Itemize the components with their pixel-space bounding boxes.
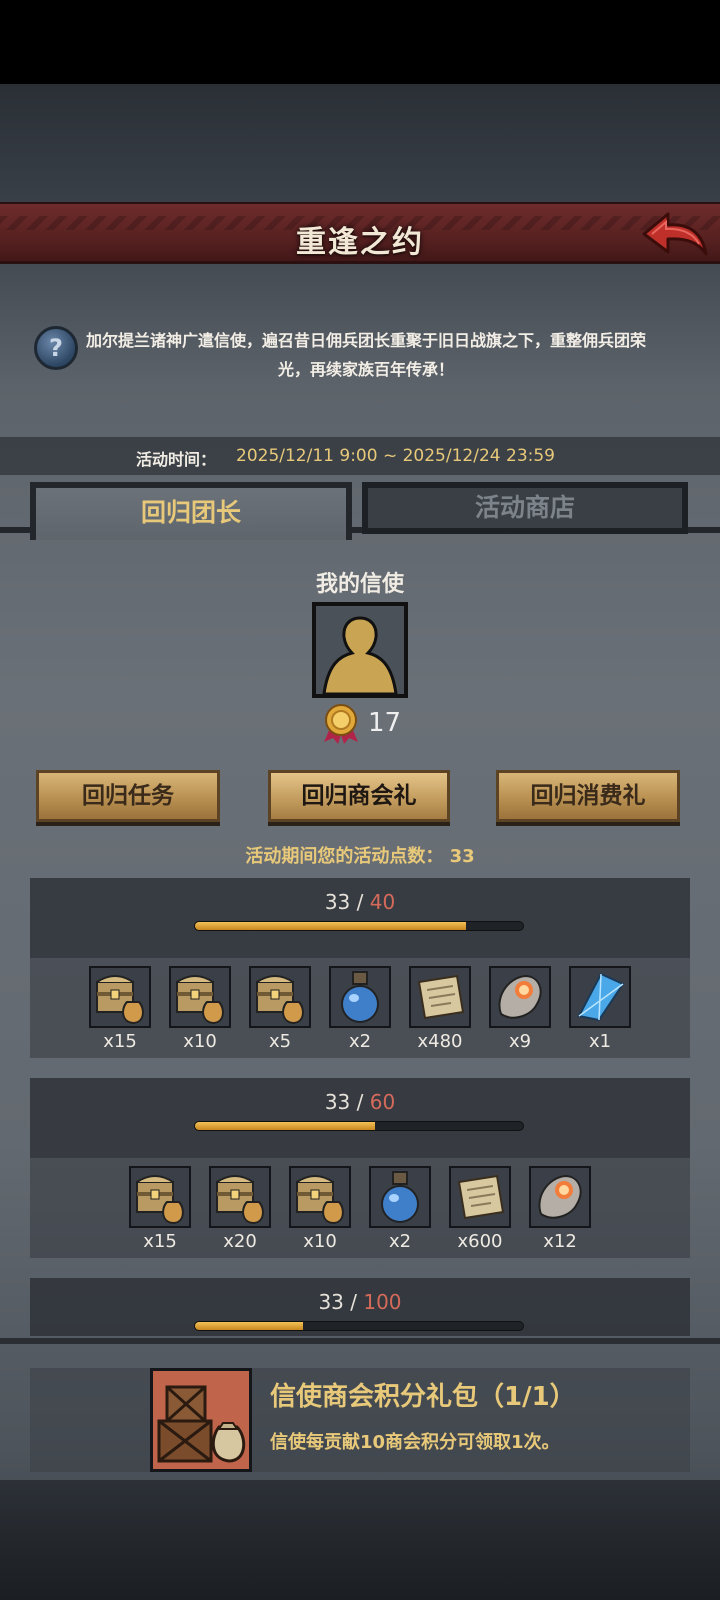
tier-items: x15 x10 x5 x2 x480 x9 x1 — [30, 966, 690, 1052]
reward-qty: x20 — [223, 1231, 257, 1252]
reward-qty: x1 — [588, 1031, 612, 1052]
messenger-label: 我的信使 — [315, 572, 404, 597]
tier-goal: 100 — [363, 1290, 402, 1314]
medal-count: 17 — [368, 708, 402, 738]
treasure-chest-icon — [249, 966, 311, 1028]
reward-item[interactable]: x10 — [169, 966, 231, 1052]
silhouette-icon — [322, 616, 398, 696]
reward-tier-3: 33 / 100 — [30, 1278, 690, 1336]
scroll-icon — [449, 1166, 511, 1228]
tier-progress-bar — [194, 1121, 524, 1131]
tier-progress-fill — [195, 1122, 376, 1130]
activity-points-text: 活动期间您的活动点数： 33 — [245, 846, 475, 867]
reward-item[interactable]: x12 — [529, 1166, 591, 1252]
potion-icon — [329, 966, 391, 1028]
reward-item[interactable]: x10 — [289, 1166, 351, 1252]
reward-item[interactable]: x15 — [129, 1166, 191, 1252]
tier-current: 33 — [324, 890, 351, 914]
tier-progress-fill — [195, 1322, 304, 1330]
reward-item[interactable]: x20 — [209, 1166, 271, 1252]
reward-qty: x2 — [388, 1231, 412, 1252]
reward-item[interactable]: x600 — [449, 1166, 511, 1252]
activity-time-label: 活动时间： — [136, 450, 217, 469]
reward-qty: x10 — [303, 1231, 337, 1252]
potion-icon — [369, 1166, 431, 1228]
reward-tier-1: 33 / 40 x15 x10 x5 x2 x480 x9 x1 — [30, 878, 690, 1058]
return-spending-gift-button[interactable]: 回归消费礼 — [496, 770, 680, 822]
treasure-chest-icon — [89, 966, 151, 1028]
tier-progress-text: 33 / 60 — [324, 1090, 396, 1114]
reward-qty: x15 — [143, 1231, 177, 1252]
gift-pack-description: 信使每贡献10商会积分可领取1次。 — [270, 1432, 560, 1453]
reward-qty: x2 — [348, 1031, 372, 1052]
reward-item[interactable]: x2 — [329, 966, 391, 1052]
reward-qty: x15 — [103, 1031, 137, 1052]
tier-items: x15 x20 x10 x2 x600 x12 — [30, 1166, 690, 1252]
reward-qty: x480 — [417, 1031, 463, 1052]
treasure-chest-icon — [209, 1166, 271, 1228]
tier-goal: 60 — [369, 1090, 396, 1114]
return-guild-gift-button[interactable]: 回归商会礼 — [268, 770, 450, 822]
crates-sack-icon — [153, 1371, 249, 1469]
ore-stone-icon — [489, 966, 551, 1028]
reward-item[interactable]: x1 — [569, 966, 631, 1052]
tier-progress-bar — [194, 1321, 524, 1331]
activity-time-value: 2025/12/11 9:00 ~ 2025/12/24 23:59 — [236, 446, 555, 466]
reward-item[interactable]: x5 — [249, 966, 311, 1052]
reward-tier-2: 33 / 60 x15 x20 x10 x2 x600 x12 — [30, 1078, 690, 1258]
back-button[interactable] — [640, 208, 710, 262]
gift-pack-title: 信使商会积分礼包（1/1） — [270, 1382, 576, 1412]
tier-current: 33 — [318, 1290, 344, 1314]
treasure-chest-icon — [129, 1166, 191, 1228]
title-bar: 重逢之约 — [0, 202, 720, 264]
activity-time-bar: 活动时间： 2025/12/11 9:00 ~ 2025/12/24 23:59 — [0, 437, 720, 475]
return-tasks-button[interactable]: 回归任务 — [36, 770, 220, 822]
tier-progress-fill — [195, 922, 466, 930]
scroll-icon — [409, 966, 471, 1028]
treasure-chest-icon — [289, 1166, 351, 1228]
reward-item[interactable]: x480 — [409, 966, 471, 1052]
reward-qty: x9 — [508, 1031, 532, 1052]
bottom-panel — [0, 1480, 720, 1600]
tier-progress-bar — [194, 921, 524, 931]
reward-qty: x600 — [457, 1231, 503, 1252]
reward-item[interactable]: x2 — [369, 1166, 431, 1252]
tab-returning-leader[interactable]: 回归团长 — [30, 482, 352, 540]
blue-crystal-icon — [569, 966, 631, 1028]
tab-event-shop[interactable]: 活动商店 — [362, 482, 688, 534]
status-bar-area — [0, 0, 720, 84]
bottom-divider — [0, 1338, 720, 1344]
page-title: 重逢之约 — [296, 225, 424, 260]
medal-icon — [320, 702, 362, 744]
reward-qty: x10 — [183, 1031, 217, 1052]
treasure-chest-icon — [169, 966, 231, 1028]
reward-item[interactable]: x15 — [89, 966, 151, 1052]
event-description: 加尔提兰诸神广遣信使，遍召昔日佣兵团长重聚于旧日战旗之下，重整佣兵团荣光，再续家… — [86, 331, 647, 379]
tier-current: 33 — [324, 1090, 351, 1114]
messenger-avatar[interactable] — [312, 602, 408, 698]
ore-stone-icon — [529, 1166, 591, 1228]
gift-pack-icon[interactable] — [150, 1368, 252, 1472]
reward-item[interactable]: x9 — [489, 966, 551, 1052]
tier-progress-text: 33 / 100 — [318, 1290, 402, 1314]
help-icon[interactable]: ? — [34, 326, 78, 370]
reward-qty: x5 — [268, 1031, 292, 1052]
tier-goal: 40 — [369, 890, 396, 914]
tier-progress-text: 33 / 40 — [324, 890, 396, 914]
back-arrow-icon — [642, 212, 708, 256]
reward-qty: x12 — [543, 1231, 577, 1252]
